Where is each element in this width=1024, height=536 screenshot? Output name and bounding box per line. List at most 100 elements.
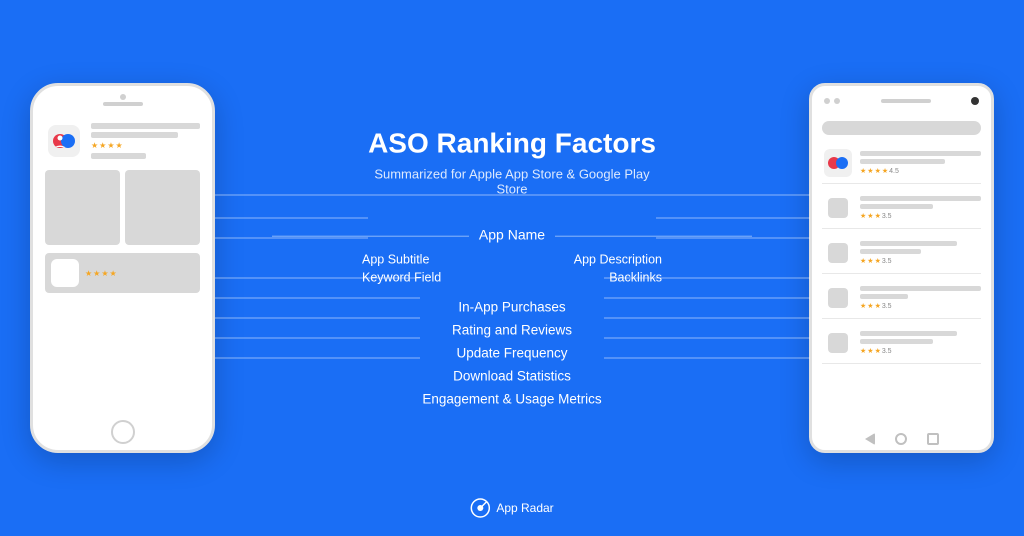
b4a xyxy=(860,331,957,336)
gplay-app-row-2: ★ ★ ★ 3.5 xyxy=(822,233,981,274)
android-dots xyxy=(824,98,840,104)
android-camera xyxy=(971,97,979,105)
backlinks-label: Backlinks xyxy=(609,270,662,284)
dot-1 xyxy=(824,98,830,104)
section-info-1: ★ ★ ★ ★ xyxy=(85,260,194,287)
app-button-bar xyxy=(91,153,146,159)
ios-app-info: ★ ★ ★ ★ xyxy=(91,123,200,159)
gplay-app-row-3: ★ ★ ★ 3.5 xyxy=(822,278,981,319)
gs4: ★ xyxy=(882,167,888,175)
small-icon-1 xyxy=(51,259,79,287)
gplay-featured-stars: ★ ★ ★ ★ 4.5 xyxy=(860,167,981,175)
ios-home-button[interactable] xyxy=(111,420,135,444)
ios-vol-down-button xyxy=(30,194,32,216)
stars-r4: ★ ★ ★ 3.5 xyxy=(860,347,981,355)
ios-phone-container: ★ ★ ★ ★ xyxy=(30,83,215,453)
b1b xyxy=(860,204,933,209)
stars-r1: ★ ★ ★ 3.5 xyxy=(860,212,981,220)
gplay-icon-2 xyxy=(822,237,854,269)
subtitle-description-row: App Subtitle App Description xyxy=(362,252,662,266)
screenshot-1 xyxy=(45,170,120,245)
center-panel: ASO Ranking Factors Summarized for Apple… xyxy=(362,127,662,410)
update-frequency-label: Update Frequency xyxy=(362,342,662,363)
dot-2 xyxy=(834,98,840,104)
gs2: ★ xyxy=(867,167,873,175)
s3: ★ xyxy=(101,269,108,278)
brand-area: App Radar xyxy=(470,498,553,518)
s1: ★ xyxy=(85,269,92,278)
stars-r2: ★ ★ ★ 3.5 xyxy=(860,257,981,265)
app-name-row: App Name xyxy=(362,226,662,244)
android-bottom-nav xyxy=(812,428,991,450)
android-speaker xyxy=(881,99,931,103)
gplay-info-3: ★ ★ ★ 3.5 xyxy=(860,286,981,310)
gplay-featured-icon xyxy=(822,147,854,179)
info-bar-1b xyxy=(85,281,150,287)
main-container: ★ ★ ★ ★ xyxy=(0,0,1024,536)
center-factors-list: In-App Purchases Rating and Reviews Upda… xyxy=(362,296,662,409)
gplay-icon-1 xyxy=(822,192,854,224)
gplay-app-row-1: ★ ★ ★ 3.5 xyxy=(822,188,981,229)
s4: ★ xyxy=(110,269,117,278)
star-4: ★ xyxy=(116,141,123,150)
ios-screenshots xyxy=(45,170,200,245)
ios-app-row-1: ★ ★ ★ ★ xyxy=(45,253,200,293)
gplay-search-bar xyxy=(822,121,981,135)
star-1: ★ xyxy=(91,141,98,150)
android-phone-container: ★ ★ ★ ★ 4.5 ★ xyxy=(809,83,994,453)
gplay-info-1: ★ ★ ★ 3.5 xyxy=(860,196,981,220)
gplay-info-2: ★ ★ ★ 3.5 xyxy=(860,241,981,265)
gplay-app-row-4: ★ ★ ★ 3.5 xyxy=(822,323,981,364)
stars-1: ★ ★ ★ ★ xyxy=(85,269,194,278)
star-2: ★ xyxy=(99,141,106,150)
gs1: ★ xyxy=(860,167,866,175)
ios-camera xyxy=(120,94,126,100)
ios-vol-up-button xyxy=(30,166,32,188)
ios-top-area xyxy=(103,94,143,106)
keyword-field-label: Keyword Field xyxy=(362,270,441,284)
android-phone: ★ ★ ★ ★ 4.5 ★ xyxy=(809,83,994,453)
app-radar-logo xyxy=(470,498,490,518)
b1a xyxy=(860,196,981,201)
gplay-name-bar2 xyxy=(860,159,945,164)
ios-silent-switch xyxy=(30,141,32,159)
app-name-label: App Name xyxy=(469,226,555,242)
ios-phone: ★ ★ ★ ★ xyxy=(30,83,215,453)
ios-power-button xyxy=(213,166,215,196)
screenshot-2 xyxy=(125,170,200,245)
app-header-section: ★ ★ ★ ★ xyxy=(45,122,200,160)
main-title: ASO Ranking Factors xyxy=(362,127,662,161)
ios-speaker xyxy=(103,102,143,106)
s2: ★ xyxy=(93,269,100,278)
app-name-bar xyxy=(91,123,200,129)
app-subtitle-label: App Subtitle xyxy=(362,252,429,266)
b4b xyxy=(860,339,933,344)
stars-r3: ★ ★ ★ 3.5 xyxy=(860,302,981,310)
info-bar-1a xyxy=(85,260,194,266)
android-top-bar xyxy=(812,86,991,116)
b2b xyxy=(860,249,921,254)
keyword-backlinks-row: Keyword Field Backlinks xyxy=(362,270,662,284)
gplay-name-bar xyxy=(860,151,981,156)
rating-reviews-label: Rating and Reviews xyxy=(362,319,662,340)
android-recents-button[interactable] xyxy=(927,433,939,445)
b3a xyxy=(860,286,981,291)
gplay-featured-app: ★ ★ ★ ★ 4.5 xyxy=(822,143,981,184)
brand-name: App Radar xyxy=(496,501,553,515)
ios-app-icon xyxy=(45,122,83,160)
android-back-button[interactable] xyxy=(865,433,875,445)
gplay-featured-info: ★ ★ ★ ★ 4.5 xyxy=(860,151,981,175)
app-description-label: App Description xyxy=(574,252,662,266)
engagement-metrics-label: Engagement & Usage Metrics xyxy=(362,388,662,409)
gplay-icon-3 xyxy=(822,282,854,314)
b3b xyxy=(860,294,908,299)
ios-bottom-section: ★ ★ ★ ★ xyxy=(45,253,200,293)
android-home-button[interactable] xyxy=(895,433,907,445)
ios-stars: ★ ★ ★ ★ xyxy=(91,141,200,150)
gs3: ★ xyxy=(875,167,881,175)
gplay-icon-4 xyxy=(822,327,854,359)
subtitle: Summarized for Apple App Store & Google … xyxy=(362,166,662,196)
star-3: ★ xyxy=(107,141,114,150)
b2a xyxy=(860,241,957,246)
gplay-rating-text: 4.5 xyxy=(889,168,899,175)
